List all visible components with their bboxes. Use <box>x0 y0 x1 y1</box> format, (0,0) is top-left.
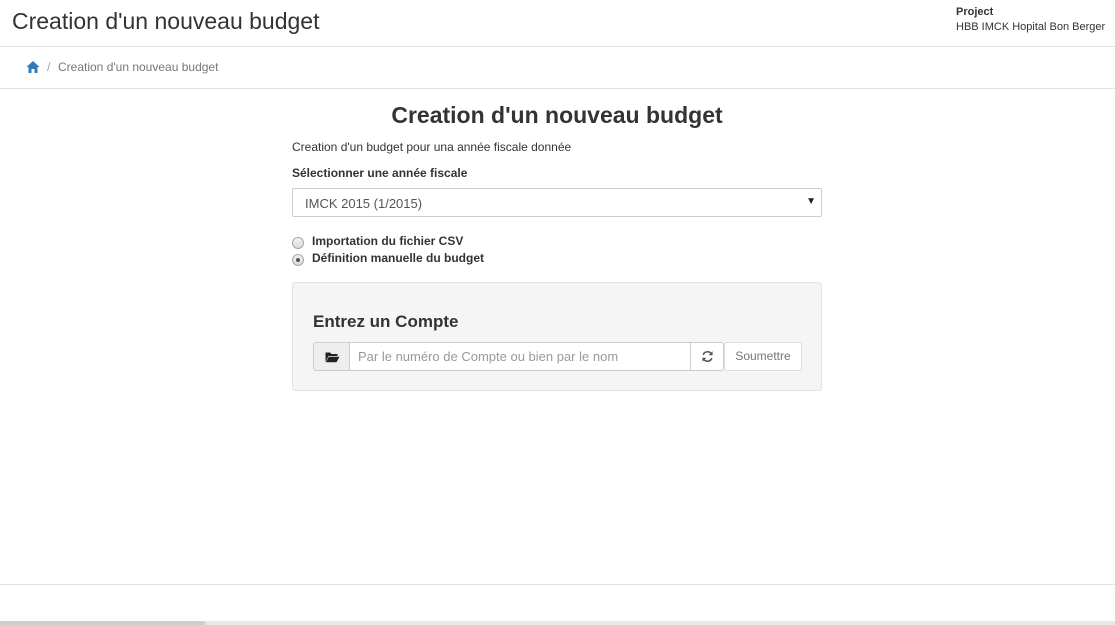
page-description: Creation d'un budget pour una année fisc… <box>292 140 572 154</box>
horizontal-scrollbar[interactable] <box>0 621 1115 625</box>
page-heading: Creation d'un nouveau budget <box>391 102 723 128</box>
radio-manual-definition-label: Définition manuelle du budget <box>312 251 484 265</box>
radio-dot <box>296 258 300 262</box>
home-icon[interactable] <box>26 60 40 74</box>
radio-csv-import-label: Importation du fichier CSV <box>312 234 464 248</box>
submit-button[interactable]: Soumettre <box>724 342 802 371</box>
fiscal-year-label: Sélectionner une année fiscale <box>292 166 468 180</box>
scrollbar-thumb[interactable] <box>0 621 205 625</box>
folder-open-icon <box>325 352 340 363</box>
account-panel: Entrez un Compte Soumettre <box>292 282 822 391</box>
app-title: Creation d'un nouveau budget <box>12 8 320 34</box>
browse-accounts-button[interactable] <box>313 342 350 371</box>
breadcrumb-current: Creation d'un nouveau budget <box>58 60 219 74</box>
fiscal-year-selected: IMCK 2015 (1/2015) <box>305 196 423 211</box>
account-search-input[interactable] <box>349 342 691 371</box>
project-label: Project <box>956 6 994 18</box>
top-bar: Creation d'un nouveau budget Project HBB… <box>0 0 1115 47</box>
footer-divider <box>0 584 1115 585</box>
chevron-down-icon: ▼ <box>806 196 816 207</box>
radio-button-selected[interactable] <box>292 254 304 266</box>
project-name: HBB IMCK Hopital Bon Berger <box>956 21 1106 33</box>
refresh-icon <box>702 350 713 363</box>
breadcrumb-separator: / <box>47 60 51 74</box>
fiscal-year-select[interactable]: IMCK 2015 (1/2015) ▼ <box>292 188 822 217</box>
account-panel-title: Entrez un Compte <box>313 312 459 331</box>
breadcrumb: / Creation d'un nouveau budget <box>0 48 1115 89</box>
project-info: Project HBB IMCK Hopital Bon Berger <box>956 5 1105 35</box>
radio-button[interactable] <box>292 237 304 249</box>
refresh-button[interactable] <box>690 342 724 371</box>
